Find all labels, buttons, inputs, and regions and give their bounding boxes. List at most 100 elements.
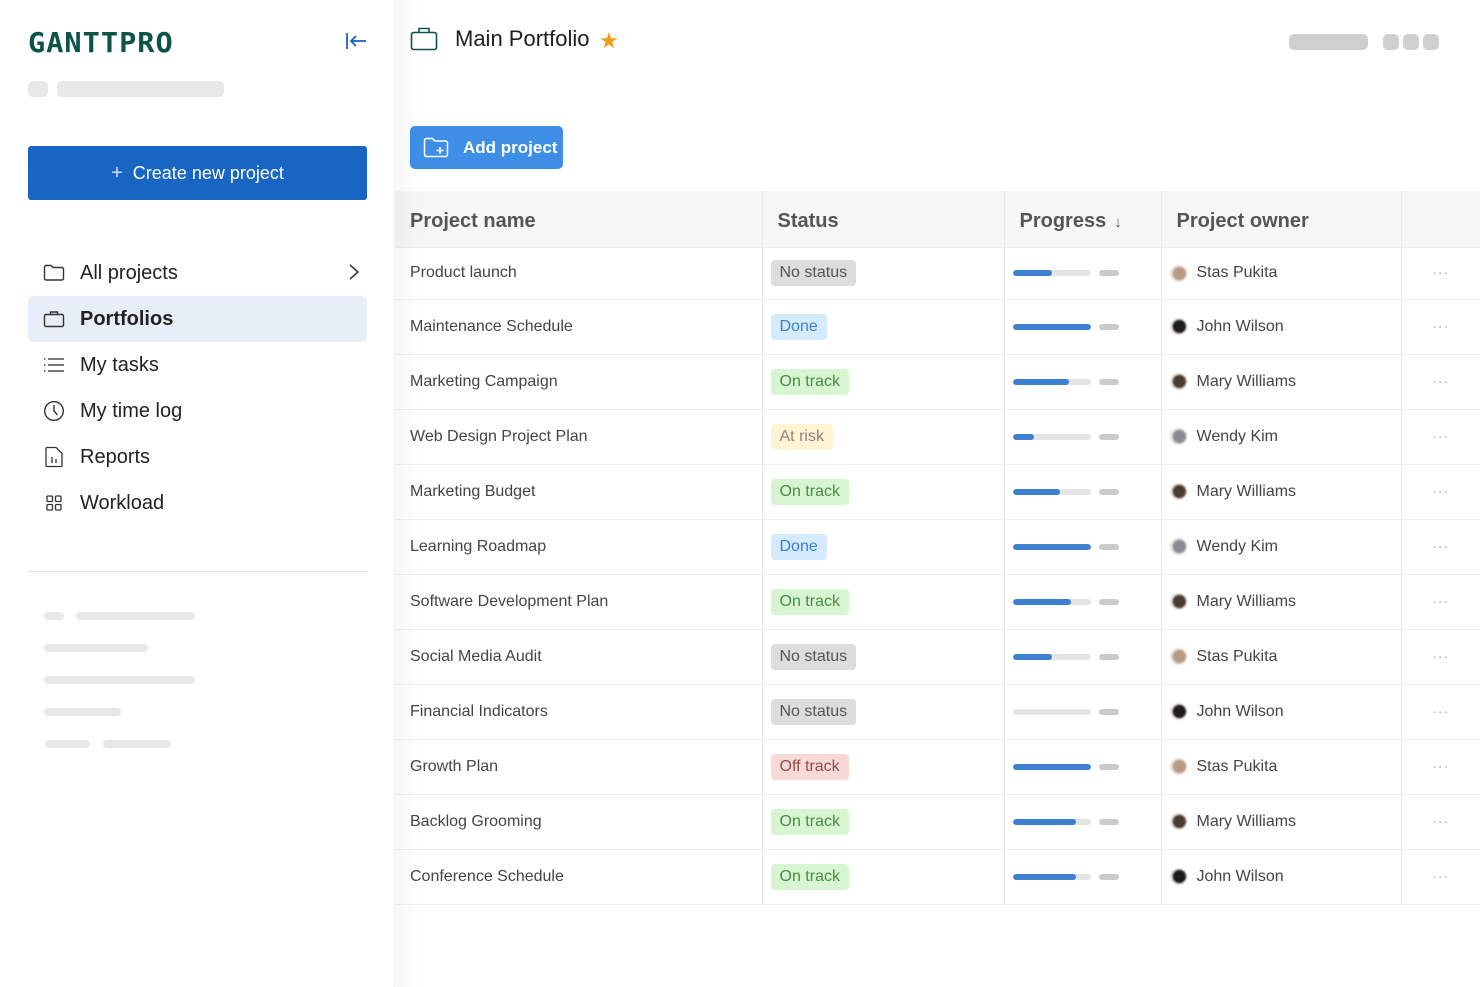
column-header-status[interactable]: Status (762, 191, 1005, 248)
project-name[interactable]: Learning Roadmap (410, 538, 546, 555)
status-cell[interactable]: On track (762, 849, 1005, 905)
owner-cell[interactable]: John Wilson (1161, 849, 1402, 905)
owner-cell[interactable]: Wendy Kim (1161, 409, 1402, 465)
sidebar-item-workload[interactable]: Workload (28, 480, 367, 526)
owner-cell[interactable]: Stas Pukita (1161, 247, 1402, 300)
project-name[interactable]: Marketing Campaign (410, 373, 558, 390)
more-options-icon[interactable]: ··· (1432, 483, 1449, 499)
status-cell[interactable]: On track (762, 794, 1005, 850)
owner-cell[interactable]: Mary Williams (1161, 354, 1402, 410)
project-name-cell[interactable]: Marketing Campaign (395, 354, 763, 410)
table-row[interactable]: Marketing Campaign On track Mary William… (395, 354, 1480, 410)
create-new-project-button[interactable]: + Create new project (28, 146, 367, 200)
status-badge[interactable]: On track (770, 478, 849, 505)
project-name[interactable]: Maintenance Schedule (410, 318, 573, 335)
column-header-progress[interactable]: Progress ↓ (1004, 191, 1162, 248)
more-options-icon[interactable]: ··· (1432, 758, 1449, 774)
status-badge[interactable]: No status (770, 260, 857, 286)
table-row[interactable]: Web Design Project Plan At risk Wendy Ki… (395, 409, 1480, 465)
status-badge[interactable]: Done (770, 533, 827, 560)
sidebar-item-my-time-log[interactable]: My time log (28, 388, 367, 434)
table-row[interactable]: Backlog Grooming On track Mary Williams … (395, 794, 1480, 850)
add-project-button[interactable]: Add project (410, 126, 563, 169)
favorite-star-icon[interactable]: ★ (599, 28, 619, 54)
owner-cell[interactable]: Stas Pukita (1161, 629, 1402, 685)
status-cell[interactable]: No status (762, 629, 1005, 685)
project-name[interactable]: Conference Schedule (410, 868, 564, 885)
status-cell[interactable]: Done (762, 299, 1005, 355)
status-badge[interactable]: At risk (770, 423, 833, 450)
project-name-cell[interactable]: Maintenance Schedule (395, 299, 763, 355)
status-cell[interactable]: On track (762, 574, 1005, 630)
status-badge[interactable]: Done (770, 313, 827, 340)
column-header-project-name[interactable]: Project name (395, 191, 763, 248)
table-row[interactable]: Marketing Budget On track Mary Williams … (395, 464, 1480, 520)
owner-cell[interactable]: John Wilson (1161, 684, 1402, 740)
status-badge[interactable]: On track (770, 588, 849, 615)
owner-cell[interactable]: John Wilson (1161, 299, 1402, 355)
project-name-cell[interactable]: Software Development Plan (395, 574, 763, 630)
sidebar-item-reports[interactable]: Reports (28, 434, 367, 480)
status-badge[interactable]: No status (770, 643, 857, 670)
sidebar-item-my-tasks[interactable]: My tasks (28, 342, 367, 388)
sidebar-item-portfolios[interactable]: Portfolios (28, 296, 367, 342)
more-options-icon[interactable]: ··· (1432, 538, 1449, 554)
project-name-cell[interactable]: Growth Plan (395, 739, 763, 795)
more-options-icon[interactable]: ··· (1432, 428, 1449, 444)
status-badge[interactable]: On track (770, 808, 849, 835)
project-name-cell[interactable]: Marketing Budget (395, 464, 763, 520)
toolbar-placeholder (1289, 34, 1368, 50)
table-row[interactable]: Product launch No status Stas Pukita ··· (395, 247, 1480, 300)
project-name-cell[interactable]: Web Design Project Plan (395, 409, 763, 465)
status-cell[interactable]: Off track (762, 739, 1005, 795)
owner-cell[interactable]: Wendy Kim (1161, 519, 1402, 575)
more-options-icon[interactable]: ··· (1432, 264, 1449, 280)
status-badge[interactable]: On track (770, 863, 849, 890)
more-options-icon[interactable]: ··· (1432, 813, 1449, 829)
project-name-cell[interactable]: Learning Roadmap (395, 519, 763, 575)
project-name-cell[interactable]: Backlog Grooming (395, 794, 763, 850)
project-name-cell[interactable]: Product launch (395, 247, 763, 300)
owner-cell[interactable]: Mary Williams (1161, 574, 1402, 630)
table-row[interactable]: Software Development Plan On track Mary … (395, 574, 1480, 630)
table-row[interactable]: Financial Indicators No status John Wils… (395, 684, 1480, 740)
project-name[interactable]: Social Media Audit (410, 648, 542, 665)
sidebar-item-all-projects[interactable]: All projects (28, 250, 367, 296)
project-name[interactable]: Web Design Project Plan (410, 428, 588, 445)
status-cell[interactable]: No status (762, 247, 1005, 300)
project-name-cell[interactable]: Financial Indicators (395, 684, 763, 740)
more-options-icon[interactable]: ··· (1432, 703, 1449, 719)
owner-cell[interactable]: Mary Williams (1161, 794, 1402, 850)
collapse-sidebar-button[interactable] (342, 28, 370, 54)
project-name[interactable]: Backlog Grooming (410, 813, 542, 830)
owner-cell[interactable]: Stas Pukita (1161, 739, 1402, 795)
status-cell[interactable]: No status (762, 684, 1005, 740)
owner-cell[interactable]: Mary Williams (1161, 464, 1402, 520)
project-name-cell[interactable]: Social Media Audit (395, 629, 763, 685)
project-name[interactable]: Software Development Plan (410, 593, 608, 610)
project-name[interactable]: Marketing Budget (410, 483, 535, 500)
project-name[interactable]: Growth Plan (410, 758, 498, 775)
table-row[interactable]: Learning Roadmap Done Wendy Kim ··· (395, 519, 1480, 575)
sort-descending-icon[interactable]: ↓ (1114, 214, 1122, 231)
more-options-icon[interactable]: ··· (1432, 373, 1449, 389)
status-cell[interactable]: On track (762, 354, 1005, 410)
table-row[interactable]: Growth Plan Off track Stas Pukita ··· (395, 739, 1480, 795)
more-options-icon[interactable]: ··· (1432, 648, 1449, 664)
status-cell[interactable]: Done (762, 519, 1005, 575)
status-cell[interactable]: At risk (762, 409, 1005, 465)
table-row[interactable]: Conference Schedule On track John Wilson… (395, 849, 1480, 905)
project-name[interactable]: Product launch (410, 264, 517, 281)
table-row[interactable]: Maintenance Schedule Done John Wilson ··… (395, 299, 1480, 355)
status-badge[interactable]: Off track (770, 753, 849, 780)
more-options-icon[interactable]: ··· (1432, 318, 1449, 334)
status-cell[interactable]: On track (762, 464, 1005, 520)
more-options-icon[interactable]: ··· (1432, 868, 1449, 884)
column-header-project-owner[interactable]: Project owner (1161, 191, 1402, 248)
project-name[interactable]: Financial Indicators (410, 703, 548, 720)
status-badge[interactable]: No status (770, 698, 857, 725)
table-row[interactable]: Social Media Audit No status Stas Pukita… (395, 629, 1480, 685)
status-badge[interactable]: On track (770, 368, 849, 395)
project-name-cell[interactable]: Conference Schedule (395, 849, 763, 905)
more-options-icon[interactable]: ··· (1432, 593, 1449, 609)
